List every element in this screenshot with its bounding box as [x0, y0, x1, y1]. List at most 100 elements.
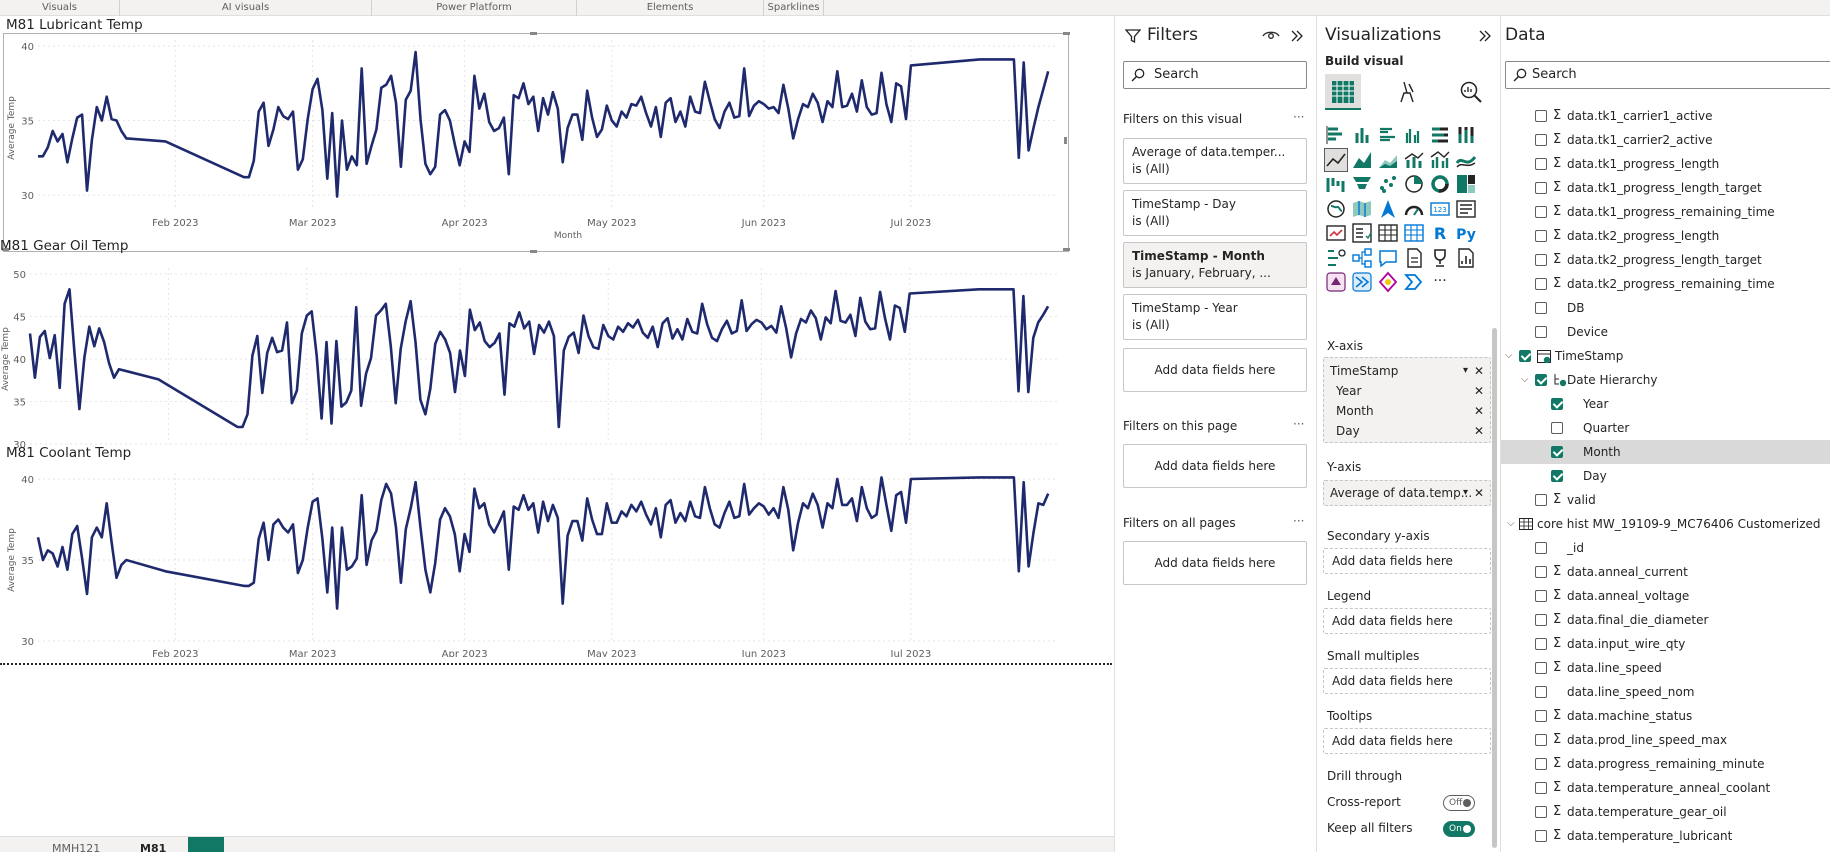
build-visual-tab[interactable] — [1325, 74, 1361, 110]
field-row[interactable]: Σdata.temperature_lubricant — [1501, 824, 1830, 848]
field-checkbox[interactable] — [1535, 134, 1547, 146]
card-icon[interactable]: 123 — [1429, 198, 1451, 220]
remove-field-icon[interactable]: ✕ — [1474, 421, 1484, 441]
clustered-bar-icon[interactable] — [1377, 124, 1399, 146]
field-row[interactable]: Day — [1501, 464, 1830, 488]
field-row[interactable]: Σvalid — [1501, 488, 1830, 512]
eye-icon[interactable] — [1262, 29, 1280, 43]
field-row[interactable]: Σdata.tk1_progress_length — [1501, 152, 1830, 176]
y-axis-well[interactable]: Average of data.temp... ▾ ✕ — [1323, 480, 1491, 506]
analytics-tab[interactable] — [1453, 74, 1489, 110]
data-search-input[interactable]: Search — [1505, 61, 1830, 89]
kpi-icon[interactable] — [1325, 222, 1347, 244]
x-axis-field-month[interactable]: Month ✕ — [1324, 401, 1490, 421]
cross-report-toggle[interactable]: Off — [1443, 795, 1475, 811]
pie-icon[interactable] — [1403, 173, 1425, 195]
field-row[interactable]: Σdata.line_speed — [1501, 656, 1830, 680]
resize-handle-corner-top[interactable] — [1063, 32, 1070, 35]
field-checkbox[interactable] — [1535, 734, 1547, 746]
remove-field-icon[interactable]: ✕ — [1474, 483, 1484, 503]
more-options-icon[interactable]: ··· — [1293, 110, 1304, 124]
slicer-icon[interactable] — [1351, 222, 1373, 244]
stacked-area-icon[interactable] — [1377, 149, 1399, 171]
page-tab-m81[interactable]: M81 — [140, 837, 180, 852]
visualizations-scrollbar[interactable] — [1492, 328, 1497, 848]
x-axis-field-timestamp[interactable]: TimeStamp ▾ ✕ — [1324, 361, 1490, 381]
waterfall-icon[interactable] — [1325, 173, 1347, 195]
matrix-icon[interactable] — [1403, 222, 1425, 244]
field-checkbox[interactable] — [1551, 446, 1563, 458]
chevron-down-icon[interactable]: ▾ — [1463, 483, 1468, 503]
ribbon-group-power-platform[interactable]: Power Platform — [372, 0, 577, 16]
filter-card-day[interactable]: TimeStamp - Day is (All) — [1123, 190, 1307, 236]
secondary-y-axis-well[interactable]: Add data fields here — [1323, 548, 1491, 574]
chevron-down-icon[interactable]: ▾ — [1463, 361, 1468, 381]
field-checkbox[interactable] — [1535, 494, 1547, 506]
multi-row-card-icon[interactable] — [1455, 198, 1477, 220]
field-checkbox[interactable] — [1535, 374, 1547, 386]
field-row[interactable]: Σdata.tk1_progress_remaining_time — [1501, 200, 1830, 224]
field-checkbox[interactable] — [1535, 182, 1547, 194]
key-influencers-icon[interactable] — [1325, 247, 1347, 269]
field-checkbox[interactable] — [1535, 326, 1547, 338]
funnel-icon[interactable] — [1351, 173, 1373, 195]
field-row[interactable]: Σdata.temperature_gear_oil — [1501, 800, 1830, 824]
more-visuals-icon[interactable]: ··· — [1429, 271, 1451, 293]
narrative-icon[interactable] — [1403, 247, 1425, 269]
100-column-icon[interactable] — [1455, 124, 1477, 146]
field-checkbox[interactable] — [1551, 470, 1563, 482]
field-row[interactable]: data.line_speed_nom — [1501, 680, 1830, 704]
r-visual-icon[interactable]: R — [1429, 222, 1451, 244]
resize-handle-top[interactable] — [530, 32, 537, 35]
field-row[interactable]: Σdata.progress_remaining_minute — [1501, 752, 1830, 776]
chevron-visual-icon[interactable] — [1403, 271, 1425, 293]
field-checkbox[interactable] — [1519, 350, 1531, 362]
field-row[interactable]: DB — [1501, 296, 1830, 320]
field-checkbox[interactable] — [1535, 614, 1547, 626]
series-line[interactable] — [36, 476, 1050, 610]
table-icon[interactable] — [1377, 222, 1399, 244]
field-row[interactable]: Σdata.tk1_carrier2_active — [1501, 128, 1830, 152]
azure-map-icon[interactable] — [1377, 198, 1399, 220]
coolant-temp-visual[interactable]: 40 35 30 Feb 2023 Mar 2023 Apr 2023 May 2023 Ju… — [0, 443, 1070, 657]
field-checkbox[interactable] — [1535, 542, 1547, 554]
gear-oil-temp-visual[interactable]: 5045403530Feb 2023Mar 2023Apr 2023May 20… — [0, 236, 1070, 448]
field-checkbox[interactable] — [1535, 782, 1547, 794]
field-row[interactable]: Σdata.temperature_anneal_coolant — [1501, 776, 1830, 800]
y-axis-field-average-temp[interactable]: Average of data.temp... ▾ ✕ — [1324, 483, 1490, 503]
clustered-column-icon[interactable] — [1403, 124, 1425, 146]
format-visual-tab[interactable] — [1389, 74, 1425, 110]
field-checkbox[interactable] — [1535, 278, 1547, 290]
field-checkbox[interactable] — [1535, 710, 1547, 722]
add-visual-filter-drop[interactable]: Add data fields here — [1123, 348, 1307, 392]
series-line[interactable] — [28, 288, 1050, 429]
field-checkbox[interactable] — [1535, 566, 1547, 578]
line-column-icon[interactable] — [1403, 149, 1425, 171]
stacked-bar-icon[interactable] — [1325, 124, 1347, 146]
more-options-icon[interactable]: ··· — [1293, 417, 1304, 431]
qna-icon[interactable] — [1377, 247, 1399, 269]
field-row[interactable]: Σdata.input_wire_qty — [1501, 632, 1830, 656]
line-clustered-column-icon[interactable] — [1429, 149, 1451, 171]
field-row[interactable]: Device — [1501, 320, 1830, 344]
ribbon-group-elements[interactable]: Elements — [577, 0, 764, 16]
field-checkbox[interactable] — [1535, 830, 1547, 842]
series-line[interactable] — [38, 50, 1050, 198]
filter-card-month[interactable]: TimeStamp - Month is January, February, … — [1123, 242, 1307, 288]
add-page-button[interactable] — [188, 837, 224, 852]
donut-icon[interactable] — [1429, 173, 1451, 195]
x-axis-field-day[interactable]: Day ✕ — [1324, 421, 1490, 441]
field-row[interactable]: Σdata.machine_status — [1501, 704, 1830, 728]
field-row[interactable]: _id — [1501, 536, 1830, 560]
legend-well[interactable]: Add data fields here — [1323, 608, 1491, 634]
field-row[interactable]: Σdata.tk1_carrier1_active — [1501, 104, 1830, 128]
chevron-down-icon[interactable]: ⌵ — [1507, 512, 1515, 536]
field-checkbox[interactable] — [1535, 230, 1547, 242]
ribbon-chart-icon[interactable] — [1455, 149, 1477, 171]
ribbon-group-visuals[interactable]: Visuals — [0, 0, 120, 16]
field-checkbox[interactable] — [1535, 110, 1547, 122]
field-checkbox[interactable] — [1535, 254, 1547, 266]
filter-card-average-temp[interactable]: Average of data.temper... is (All) — [1123, 138, 1307, 184]
diamond-icon[interactable] — [1377, 271, 1399, 293]
area-chart-icon[interactable] — [1351, 149, 1373, 171]
